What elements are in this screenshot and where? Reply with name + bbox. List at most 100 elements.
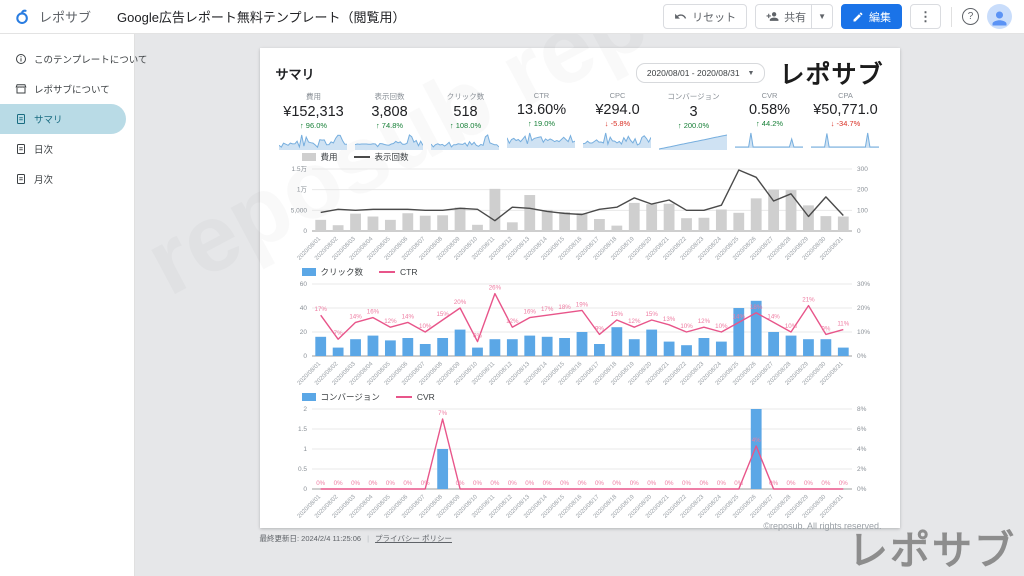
svg-text:300: 300 (857, 166, 868, 173)
svg-text:16%: 16% (523, 309, 536, 316)
sidebar-item-label: 日次 (34, 142, 53, 156)
undo-icon (674, 10, 687, 23)
svg-text:0%: 0% (647, 480, 656, 487)
kpi-label: CVR (735, 91, 805, 100)
svg-text:14%: 14% (767, 313, 780, 320)
reset-button[interactable]: リセット (663, 4, 747, 29)
svg-text:10%: 10% (784, 323, 797, 330)
legend-label: CTR (400, 267, 417, 277)
svg-text:0: 0 (303, 486, 307, 493)
kpi-label: 費用 (279, 91, 349, 102)
sidebar-item-label: 月次 (34, 172, 53, 186)
more-options-button[interactable]: ⋮ (910, 4, 941, 29)
kpi-sparkline (507, 131, 575, 148)
svg-text:0%: 0% (351, 480, 360, 487)
conversions-cvr-legend: コンバージョン CVR (276, 391, 884, 403)
kpi-CTR: CTR13.60%↑ 19.0% (504, 91, 580, 150)
svg-text:0%: 0% (629, 480, 638, 487)
sidebar-item-1[interactable]: このテンプレートについて (0, 44, 134, 74)
conversions-cvr-chart-block: コンバージョンCVR 00.511.520%2%4%6%8%0%0%0%0%0%… (276, 391, 884, 519)
kpi-CVR: CVR0.58%↑ 44.2% (732, 91, 808, 150)
svg-text:17%: 17% (540, 306, 553, 313)
share-button[interactable]: 共有 ▼ (755, 4, 833, 29)
svg-text:1.5: 1.5 (297, 426, 306, 433)
svg-text:21%: 21% (802, 297, 815, 304)
svg-text:0%: 0% (734, 480, 743, 487)
topbar: レポサブ Google広告レポート無料テンプレート（閲覧用） リセット 共有 ▼… (0, 0, 1024, 34)
kpi-value: 518 (431, 104, 501, 120)
svg-text:0%: 0% (490, 480, 499, 487)
svg-text:14%: 14% (349, 313, 362, 320)
reset-label: リセット (692, 9, 736, 25)
svg-text:0%: 0% (769, 480, 778, 487)
topbar-divider (951, 7, 952, 27)
kpi-label: コンバージョン (659, 91, 729, 102)
svg-text:0%: 0% (821, 480, 830, 487)
legend-label: クリック数 (321, 266, 364, 278)
svg-text:20%: 20% (453, 299, 466, 306)
date-range-control[interactable]: 2020/08/01 - 2020/08/31 ▼ (636, 63, 766, 83)
sidebar-item-5[interactable]: 月次 (0, 164, 134, 194)
app-brand: レポサブ (39, 7, 91, 26)
conversions-cvr-chart[interactable]: 00.511.520%2%4%6%8%0%0%0%0%0%0%0%7%0%0%0… (276, 403, 884, 519)
avatar[interactable] (987, 4, 1012, 29)
report-canvas: reposub reposub reposub reposub reposub … (135, 34, 1024, 576)
svg-text:17%: 17% (314, 306, 327, 313)
page-icon (15, 173, 27, 185)
reposub-logo-icon (14, 8, 31, 25)
kpi-クリック数: クリック数518↑ 108.0% (428, 91, 504, 150)
sidebar-item-4[interactable]: 日次 (0, 134, 134, 164)
kpi-delta: ↑ 44.2% (735, 119, 805, 128)
svg-text:9%: 9% (821, 325, 830, 332)
sidebar-item-label: このテンプレートについて (34, 52, 147, 66)
cost-impressions-chart[interactable]: 05,0001万1.5万01002003002020/08/012020/08/… (276, 163, 884, 265)
date-range-value: 2020/08/01 - 2020/08/31 (647, 68, 740, 78)
page-footer: 最終更新日: 2024/2/4 11:25:06 | プライバシー ポリシー (260, 533, 900, 544)
legend-bar-swatch (302, 268, 316, 276)
legend-label: 費用 (321, 151, 338, 163)
svg-text:6%: 6% (473, 333, 482, 340)
svg-text:2: 2 (303, 406, 307, 413)
svg-text:15%: 15% (610, 311, 623, 318)
edit-button[interactable]: 編集 (841, 4, 902, 29)
kpi-sparkline (659, 133, 727, 150)
sidebar-item-label: レポサブについて (34, 82, 110, 96)
svg-text:5,000: 5,000 (290, 207, 307, 214)
svg-text:0%: 0% (403, 480, 412, 487)
svg-text:12%: 12% (384, 318, 397, 325)
share-dropdown-caret[interactable]: ▼ (811, 5, 832, 28)
info-icon (15, 53, 27, 65)
kpi-value: 13.60% (507, 102, 577, 118)
svg-text:0: 0 (303, 228, 307, 235)
svg-text:100: 100 (857, 207, 868, 214)
legend-item: CVR (396, 392, 435, 402)
kpi-delta: ↑ 74.8% (355, 121, 425, 130)
kpi-sparkline (355, 133, 423, 150)
kpi-delta: ↓ -5.8% (583, 119, 653, 128)
kpi-CPC: CPC¥294.0↓ -5.8% (580, 91, 656, 150)
legend-label: コンバージョン (321, 391, 380, 403)
kpi-label: 表示回数 (355, 91, 425, 102)
kebab-icon: ⋮ (919, 9, 932, 25)
kpi-sparkline (431, 133, 499, 150)
legend-item: クリック数 (302, 266, 364, 278)
sidebar-item-2[interactable]: レポサブについて (0, 74, 134, 104)
svg-text:2%: 2% (857, 466, 867, 473)
svg-text:0: 0 (857, 228, 861, 235)
svg-text:0.5: 0.5 (297, 466, 306, 473)
chevron-down-icon: ▼ (748, 70, 755, 77)
svg-text:4%: 4% (751, 437, 760, 444)
clicks-ctr-chart[interactable]: 02040600%10%20%30%17%7%14%16%12%14%10%15… (276, 278, 884, 390)
kpi-コンバージョン: コンバージョン3↑ 200.0% (656, 91, 732, 150)
sidebar-item-3[interactable]: サマリ (0, 104, 126, 134)
page-title: サマリ (276, 64, 315, 83)
privacy-policy-link[interactable]: プライバシー ポリシー (375, 533, 452, 544)
svg-text:0%: 0% (507, 480, 516, 487)
svg-text:13%: 13% (662, 316, 675, 323)
svg-text:19%: 19% (575, 301, 588, 308)
help-icon[interactable]: ? (962, 8, 979, 25)
svg-text:0%: 0% (542, 480, 551, 487)
svg-text:0%: 0% (699, 480, 708, 487)
legend-bar-swatch (302, 393, 316, 401)
svg-text:8%: 8% (857, 406, 867, 413)
